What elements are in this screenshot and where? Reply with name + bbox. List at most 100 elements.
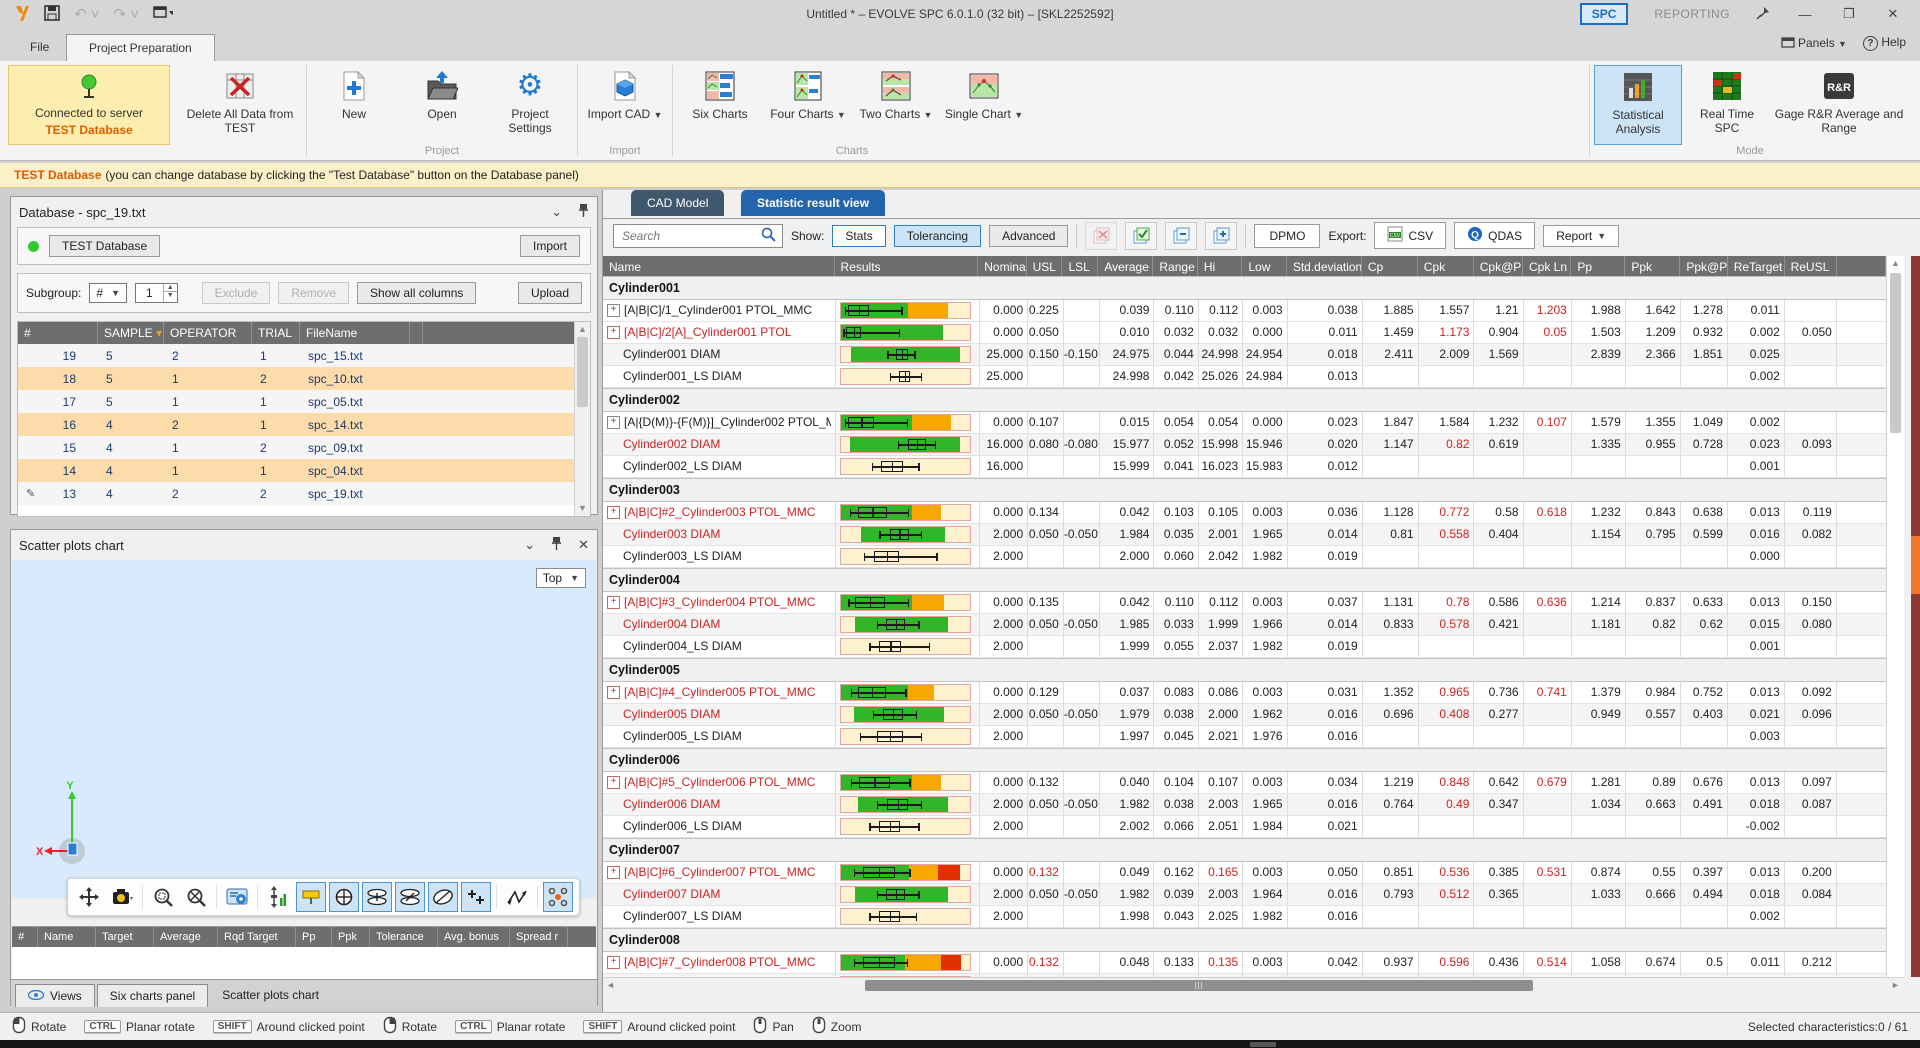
- group-header-row[interactable]: Cylinder003: [603, 478, 1886, 502]
- results-bar-cell[interactable]: [836, 614, 980, 635]
- table-row[interactable]: Cylinder002_LS DIAM16.00015.9990.04116.0…: [603, 456, 1886, 478]
- results-bar-cell[interactable]: [836, 592, 980, 613]
- scatter-points-icon[interactable]: [543, 882, 573, 912]
- characteristic-name-cell[interactable]: Cylinder005_LS DIAM: [603, 726, 836, 747]
- scroll-marker-strip[interactable]: [1911, 256, 1920, 977]
- characteristic-name-cell[interactable]: +[A|B|C]#6_Cylinder007 PTOL_MMC: [603, 862, 836, 883]
- expand-plus-icon[interactable]: +: [607, 866, 620, 879]
- group-header-row[interactable]: Cylinder007: [603, 838, 1886, 862]
- characteristic-name-cell[interactable]: +[A|B|C]#5_Cylinder006 PTOL_MMC: [603, 772, 836, 793]
- db-table-scrollbar[interactable]: ▲ ▼: [574, 322, 590, 516]
- table-row[interactable]: Cylinder007_LS DIAM2.0001.9980.0432.0251…: [603, 906, 1886, 928]
- characteristic-name-cell[interactable]: Cylinder007 DIAM: [603, 884, 836, 905]
- table-row[interactable]: Cylinder005_LS DIAM2.0001.9970.0452.0211…: [603, 726, 1886, 748]
- import-button[interactable]: Import: [520, 235, 580, 257]
- table-row[interactable]: +[A|B|C]/2[A]_Cylinder001 PTOL0.0000.050…: [603, 322, 1886, 344]
- subgroup-mode-select[interactable]: #▼: [89, 283, 127, 303]
- tab-six-charts-panel[interactable]: Six charts panel: [97, 984, 208, 1007]
- check-all-icon[interactable]: [1125, 222, 1157, 250]
- results-bar-cell[interactable]: [836, 322, 980, 343]
- chart-settings-icon[interactable]: [222, 882, 252, 912]
- crosshair-circle-icon[interactable]: [329, 882, 359, 912]
- spinner-up-icon[interactable]: ▲: [164, 284, 177, 291]
- stats-toggle-button[interactable]: Stats: [832, 225, 885, 247]
- report-button[interactable]: Report▼: [1543, 225, 1619, 247]
- characteristic-name-cell[interactable]: Cylinder003_LS DIAM: [603, 546, 836, 567]
- results-bar-cell[interactable]: [836, 456, 980, 477]
- exclude-button[interactable]: Exclude: [202, 282, 271, 304]
- table-row[interactable]: 14411spc_04.txt: [18, 459, 590, 482]
- subgroup-value-input[interactable]: 1: [136, 284, 163, 302]
- zoom-fit-icon[interactable]: [181, 882, 211, 912]
- scatter-column-header[interactable]: Name: [38, 927, 96, 947]
- db-column-header[interactable]: FileName: [300, 322, 410, 344]
- remove-button[interactable]: Remove: [278, 282, 349, 304]
- table-row[interactable]: Cylinder003 DIAM2.0000.050-0.0501.9840.0…: [603, 524, 1886, 546]
- stats-column-header[interactable]: Low: [1242, 256, 1286, 276]
- scatter-column-header[interactable]: Avg. bonus: [438, 927, 510, 947]
- collapse-all-icon[interactable]: [1165, 222, 1197, 250]
- hscroll-handle[interactable]: |||: [865, 980, 1533, 991]
- statistical-analysis-button[interactable]: Statistical Analysis: [1594, 65, 1682, 145]
- tab-project-preparation[interactable]: Project Preparation: [66, 34, 215, 62]
- stats-column-header[interactable]: Nominal: [978, 256, 1026, 276]
- characteristic-name-cell[interactable]: +[A|B|C]/2[A]_Cylinder001 PTOL: [603, 322, 836, 343]
- save-icon[interactable]: [44, 5, 60, 24]
- pin-icon[interactable]: [578, 204, 589, 220]
- table-row[interactable]: 15412spc_09.txt: [18, 436, 590, 459]
- show-all-columns-button[interactable]: Show all columns: [357, 282, 476, 304]
- characteristic-name-cell[interactable]: Cylinder004 DIAM: [603, 614, 836, 635]
- db-column-header[interactable]: OPERATOR: [164, 322, 252, 344]
- scroll-position-marker[interactable]: [1911, 536, 1920, 594]
- results-bar-cell[interactable]: [836, 344, 980, 365]
- stats-column-header[interactable]: ReUSL: [1785, 256, 1837, 276]
- characteristic-name-cell[interactable]: Cylinder006 DIAM: [603, 794, 836, 815]
- table-row[interactable]: Cylinder004_LS DIAM2.0001.9990.0552.0371…: [603, 636, 1886, 658]
- characteristic-name-cell[interactable]: Cylinder002_LS DIAM: [603, 456, 836, 477]
- table-row[interactable]: Cylinder003_LS DIAM2.0002.0000.0602.0421…: [603, 546, 1886, 568]
- undo-icon[interactable]: ↶ ˅: [74, 5, 100, 23]
- table-row[interactable]: Cylinder006_LS DIAM2.0002.0020.0662.0511…: [603, 816, 1886, 838]
- table-row[interactable]: 19521spc_15.txt: [18, 344, 590, 367]
- results-bar-cell[interactable]: [836, 794, 980, 815]
- tab-views[interactable]: Views: [15, 984, 95, 1007]
- group-header-row[interactable]: Cylinder006: [603, 748, 1886, 772]
- results-bar-cell[interactable]: [836, 682, 980, 703]
- upload-button[interactable]: Upload: [518, 282, 582, 304]
- pan-move-icon[interactable]: [74, 882, 104, 912]
- characteristic-name-cell[interactable]: Cylinder006_LS DIAM: [603, 816, 836, 837]
- table-row[interactable]: +[A|B|C]#7_Cylinder008 PTOL_MMC0.0000.13…: [603, 952, 1886, 974]
- ellipse-diagonal-icon[interactable]: [428, 882, 458, 912]
- scatter-column-header[interactable]: Ppk: [332, 927, 370, 947]
- stats-column-header[interactable]: ReTarget: [1728, 256, 1785, 276]
- stats-column-header[interactable]: Cpk@P: [1474, 256, 1523, 276]
- stats-column-header[interactable]: Hi: [1198, 256, 1242, 276]
- stats-column-header[interactable]: LSL: [1062, 256, 1098, 276]
- expand-plus-icon[interactable]: +: [607, 304, 620, 317]
- results-bar-cell[interactable]: [836, 952, 980, 973]
- group-header-row[interactable]: Cylinder002: [603, 388, 1886, 412]
- table-row[interactable]: Cylinder007 DIAM2.0000.050-0.0501.9820.0…: [603, 884, 1886, 906]
- table-row[interactable]: +[A|B|C]#5_Cylinder006 PTOL_MMC0.0000.13…: [603, 772, 1886, 794]
- scatter-column-header[interactable]: Target: [96, 927, 154, 947]
- stats-column-header[interactable]: Range: [1153, 256, 1197, 276]
- single-chart-button[interactable]: Single Chart ▼: [941, 65, 1027, 145]
- minimize-icon[interactable]: —: [1796, 7, 1814, 22]
- results-bar-cell[interactable]: [836, 546, 980, 567]
- characteristic-name-cell[interactable]: Cylinder005 DIAM: [603, 704, 836, 725]
- db-column-header[interactable]: #: [18, 322, 98, 344]
- group-header-row[interactable]: Cylinder005: [603, 658, 1886, 682]
- db-table-header[interactable]: #SAMPLE ▾OPERATORTRIALFileName: [18, 322, 590, 344]
- characteristic-name-cell[interactable]: +[A|B|C]#4_Cylinder005 PTOL_MMC: [603, 682, 836, 703]
- ellipse-slant-icon[interactable]: [395, 882, 425, 912]
- characteristic-name-cell[interactable]: +[A|B|C]/1_Cylinder001 PTOL_MMC: [603, 300, 836, 321]
- characteristic-name-cell[interactable]: +[A|B|C]#3_Cylinder004 PTOL_MMC: [603, 592, 836, 613]
- stats-column-header[interactable]: USL: [1027, 256, 1063, 276]
- advanced-toggle-button[interactable]: Advanced: [989, 225, 1068, 247]
- export-csv-button[interactable]: CSV CSV: [1374, 222, 1446, 249]
- table-row[interactable]: +[A|B|C]/1_Cylinder001 PTOL_MMC0.0000.22…: [603, 300, 1886, 322]
- real-time-spc-button[interactable]: Real Time SPC: [1684, 65, 1770, 145]
- results-bar-cell[interactable]: [836, 524, 980, 545]
- results-bar-cell[interactable]: [836, 502, 980, 523]
- expand-plus-icon[interactable]: +: [607, 506, 620, 519]
